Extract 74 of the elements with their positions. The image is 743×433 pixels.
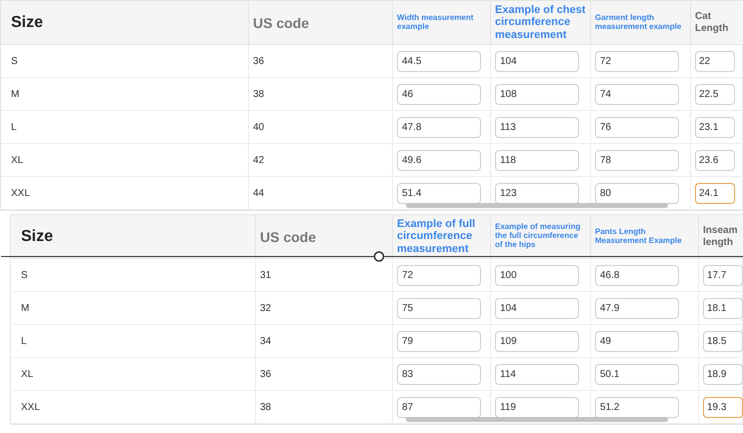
column-header: Example of chest circumference measurement xyxy=(491,1,591,45)
measurement-field[interactable]: 22 xyxy=(695,50,735,72)
table-cell: 36 xyxy=(256,358,393,391)
table-cell: 40 xyxy=(249,111,393,144)
measurement-field[interactable]: 123 xyxy=(495,182,579,204)
measurement-field[interactable]: 108 xyxy=(495,84,579,104)
measurement-field[interactable]: 50.1 xyxy=(595,364,679,384)
measurement-field[interactable]: 19.3 xyxy=(703,396,743,418)
measurement-field[interactable]: 87 xyxy=(397,396,481,418)
column-header: US code xyxy=(256,215,393,259)
measurement-field[interactable]: 109 xyxy=(495,330,579,352)
measurement-field[interactable]: 79 xyxy=(397,330,481,352)
measurement-field[interactable]: 72 xyxy=(397,264,481,286)
table-cell: 38 xyxy=(249,78,393,111)
table-cell: M xyxy=(1,78,249,111)
table-cell: 36 xyxy=(249,45,393,78)
measurement-field[interactable]: 49 xyxy=(595,330,679,352)
column-header: Width measurement example xyxy=(393,1,491,45)
measurement-field[interactable]: 46.8 xyxy=(595,264,679,286)
column-header: Pants Length Measurement Example xyxy=(591,215,699,259)
table-cell: M xyxy=(11,292,256,325)
measurement-field[interactable]: 17.7 xyxy=(703,264,743,286)
column-header: Cat Length xyxy=(691,1,743,45)
scrollbar[interactable] xyxy=(406,417,668,422)
measurement-field[interactable]: 44.5 xyxy=(397,50,481,72)
measurement-field[interactable]: 74 xyxy=(595,84,679,104)
measurement-field[interactable]: 78 xyxy=(595,150,679,170)
measurement-field[interactable]: 49.6 xyxy=(397,150,481,170)
column-header: Garment length measurement example xyxy=(591,1,691,45)
column-header: Inseam length xyxy=(699,215,743,259)
measurement-field[interactable]: 104 xyxy=(495,50,579,72)
measurement-field[interactable]: 104 xyxy=(495,298,579,318)
table-cell: S xyxy=(11,259,256,292)
measurement-field[interactable]: 18.9 xyxy=(703,364,743,384)
column-header: Size xyxy=(11,215,256,259)
measurement-field[interactable]: 114 xyxy=(495,364,579,384)
table-cell: S xyxy=(1,45,249,78)
table-cell: 38 xyxy=(256,391,393,424)
measurement-field[interactable]: 113 xyxy=(495,116,579,138)
table-cell: 34 xyxy=(256,325,393,358)
table-cell: L xyxy=(11,325,256,358)
measurement-field[interactable]: 23.6 xyxy=(695,150,735,170)
table-cell: XL xyxy=(1,144,249,177)
measurement-field[interactable]: 51.4 xyxy=(397,182,481,204)
measurement-field[interactable]: 24.1 xyxy=(695,182,735,204)
table-cell: 42 xyxy=(249,144,393,177)
measurement-field[interactable]: 72 xyxy=(595,50,679,72)
table-cell: 32 xyxy=(256,292,393,325)
table-cell: L xyxy=(1,111,249,144)
column-header: Example of full circumference measurement xyxy=(393,215,491,259)
column-header: US code xyxy=(249,1,393,45)
column-header: Example of measuring the full circumference of the hips xyxy=(491,215,591,259)
measurement-field[interactable]: 22.5 xyxy=(695,84,735,104)
measurement-field[interactable]: 51.2 xyxy=(595,396,679,418)
table-cell: XXL xyxy=(11,391,256,424)
measurement-field[interactable]: 18.5 xyxy=(703,330,743,352)
measurement-field[interactable]: 18.1 xyxy=(703,298,743,318)
measurement-field[interactable]: 76 xyxy=(595,116,679,138)
table-cell: XL xyxy=(11,358,256,391)
guide-line[interactable] xyxy=(1,251,743,262)
measurement-field[interactable]: 23.1 xyxy=(695,116,735,138)
measurement-field[interactable]: 100 xyxy=(495,264,579,286)
measurement-field[interactable]: 83 xyxy=(397,364,481,384)
table-cell: XXL xyxy=(1,177,249,210)
measurement-field[interactable]: 47.9 xyxy=(595,298,679,318)
measurement-field[interactable]: 47.8 xyxy=(397,116,481,138)
measurement-field[interactable]: 75 xyxy=(397,298,481,318)
column-header: Size xyxy=(1,1,249,45)
measurement-field[interactable]: 118 xyxy=(495,150,579,170)
scrollbar[interactable] xyxy=(406,203,668,208)
table-cell: 44 xyxy=(249,177,393,210)
measurement-field[interactable]: 80 xyxy=(595,182,679,204)
measurement-field[interactable]: 119 xyxy=(495,396,579,418)
measurement-field[interactable]: 46 xyxy=(397,84,481,104)
